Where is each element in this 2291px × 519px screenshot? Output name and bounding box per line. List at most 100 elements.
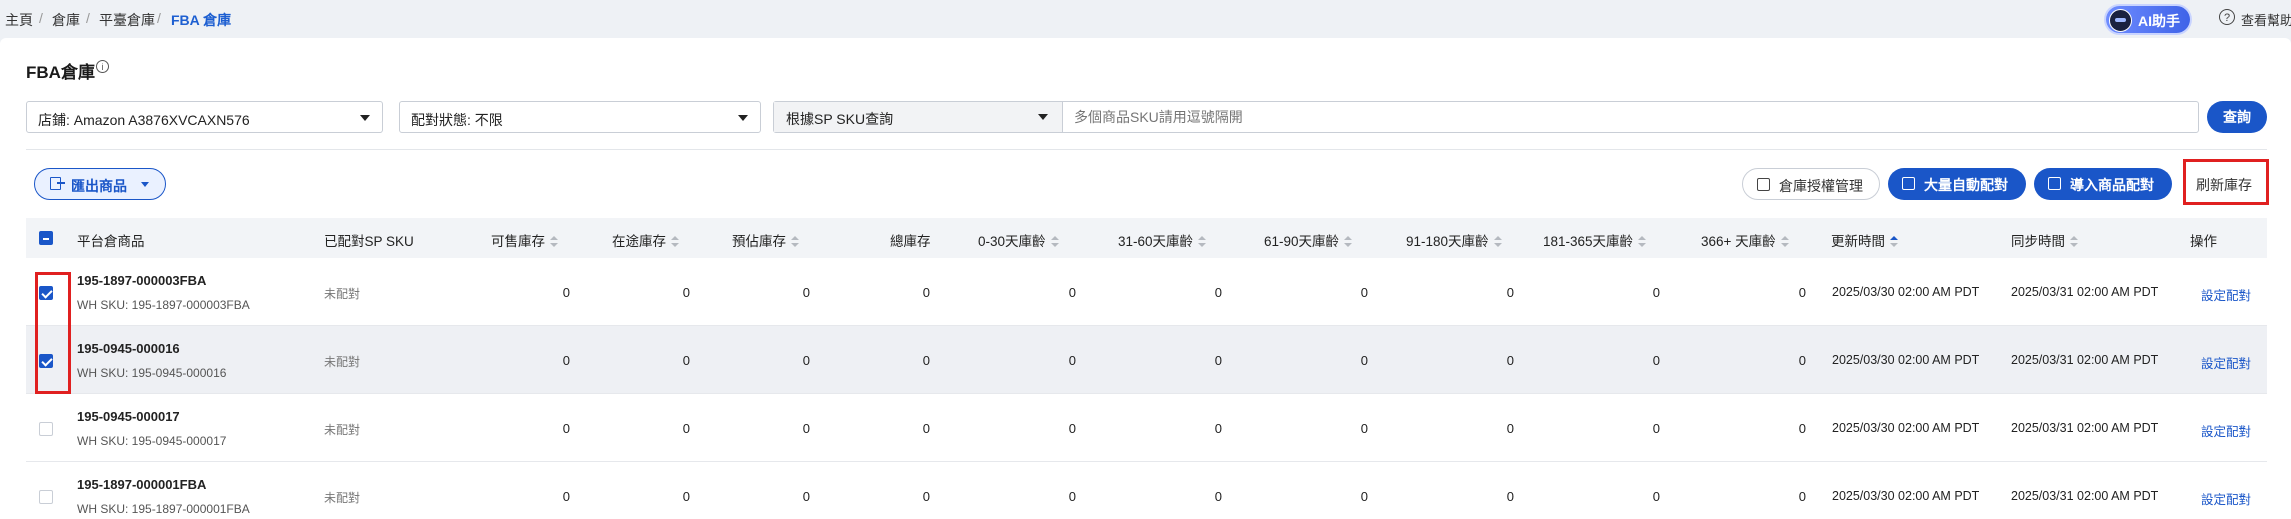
age-181-365-value: 0 — [1652, 353, 1660, 368]
age-0-30-value: 0 — [1068, 421, 1076, 436]
match-status-value: 配對狀態: 不限 — [411, 112, 503, 128]
col-action: 操作 — [2190, 234, 2217, 249]
updated-time: 2025/03/30 02:00 AM PDT — [1832, 353, 1980, 367]
col-age-61-90[interactable]: 61-90天庫齡 — [1264, 230, 1353, 250]
sort-icon — [1780, 236, 1789, 247]
synced-time: 2025/03/31 02:00 AM PDT — [2011, 353, 2159, 367]
table-row: 195-0945-000016 WH SKU: 195-0945-000016 … — [26, 326, 2267, 394]
match-status-select[interactable]: 配對狀態: 不限 — [399, 101, 761, 133]
sort-icon — [1344, 236, 1353, 247]
col-age-31-60[interactable]: 31-60天庫齡 — [1118, 230, 1207, 250]
sort-icon — [2070, 236, 2078, 247]
col-reserved[interactable]: 預佔庫存 — [732, 230, 799, 250]
reserved-value: 0 — [802, 285, 810, 300]
bulk-auto-match-label: 大量自動配對 — [1924, 177, 2008, 193]
sort-icon — [1890, 236, 1898, 247]
search-type-select[interactable]: 根據SP SKU查詢 — [774, 102, 1063, 132]
bulk-auto-match-button[interactable]: 大量自動配對 — [1888, 168, 2026, 200]
matched-sku-status: 未配對 — [324, 355, 361, 369]
breadcrumb-warehouse[interactable]: 倉庫 — [52, 10, 80, 30]
inbound-value: 0 — [682, 353, 690, 368]
sku-search-input[interactable] — [1074, 109, 2174, 125]
ai-avatar-icon — [2109, 9, 2132, 32]
import-match-button[interactable]: 導入商品配對 — [2034, 168, 2172, 200]
row-checkbox[interactable] — [39, 422, 53, 436]
sort-icon — [1050, 236, 1059, 247]
chevron-down-icon — [1038, 114, 1048, 120]
reserved-value: 0 — [802, 421, 810, 436]
breadcrumb-home[interactable]: 主頁 — [5, 10, 33, 30]
age-366-value: 0 — [1798, 489, 1806, 504]
help-link[interactable]: 查看幫助 — [2241, 10, 2291, 29]
chevron-down-icon — [360, 115, 370, 121]
sort-icon — [550, 236, 558, 247]
breadcrumb-platform-warehouse[interactable]: 平臺倉庫 — [99, 10, 155, 30]
age-91-180-value: 0 — [1506, 489, 1514, 504]
breadcrumb-separator: / — [86, 10, 90, 26]
stamp-icon — [1757, 178, 1770, 191]
inbound-value: 0 — [682, 489, 690, 504]
col-sellable[interactable]: 可售庫存 — [491, 230, 558, 250]
sort-icon — [1493, 236, 1502, 247]
page-title: FBA倉庫 — [26, 63, 95, 82]
age-0-30-value: 0 — [1068, 489, 1076, 504]
import-match-label: 導入商品配對 — [2070, 177, 2154, 193]
export-icon — [50, 177, 65, 190]
total-value: 0 — [922, 353, 930, 368]
col-age-181-365[interactable]: 181-365天庫齡 — [1543, 230, 1647, 250]
updated-time: 2025/03/30 02:00 AM PDT — [1832, 489, 1980, 503]
updated-time: 2025/03/30 02:00 AM PDT — [1832, 421, 1980, 435]
help-icon[interactable]: ? — [2219, 9, 2235, 25]
col-updated[interactable]: 更新時間 — [1831, 230, 1898, 250]
sort-icon — [1638, 236, 1647, 247]
ai-assistant-button[interactable]: AI助手 — [2106, 6, 2190, 33]
synced-time: 2025/03/31 02:00 AM PDT — [2011, 285, 2159, 299]
select-all-checkbox[interactable] — [39, 231, 53, 245]
age-181-365-value: 0 — [1652, 421, 1660, 436]
export-products-label: 匯出商品 — [71, 178, 127, 194]
col-age-366[interactable]: 366+ 天庫齡 — [1701, 230, 1789, 250]
table-row: 195-1897-000003FBA WH SKU: 195-1897-0000… — [26, 258, 2267, 326]
age-0-30-value: 0 — [1068, 285, 1076, 300]
col-inbound[interactable]: 在途庫存 — [612, 230, 679, 250]
col-age-0-30[interactable]: 0-30天庫齡 — [978, 230, 1059, 250]
sellable-value: 0 — [562, 489, 570, 504]
row-checkbox[interactable] — [39, 490, 53, 504]
divider — [26, 149, 2267, 150]
inbound-value: 0 — [682, 285, 690, 300]
warehouse-sku: WH SKU: 195-1897-000003FBA — [77, 298, 250, 312]
age-366-value: 0 — [1798, 421, 1806, 436]
total-value: 0 — [922, 421, 930, 436]
reserved-value: 0 — [802, 353, 810, 368]
matched-sku-status: 未配對 — [324, 491, 361, 505]
col-total: 總庫存 — [890, 234, 931, 249]
warehouse-auth-button[interactable]: 倉庫授權管理 — [1742, 168, 1880, 200]
col-synced[interactable]: 同步時間 — [2011, 230, 2078, 250]
age-0-30-value: 0 — [1068, 353, 1076, 368]
age-31-60-value: 0 — [1214, 421, 1222, 436]
store-select-value: 店鋪: Amazon A3876XVCAXN576 — [38, 112, 250, 128]
query-button[interactable]: 查詢 — [2207, 101, 2267, 133]
main-card: FBA倉庫 i 店鋪: Amazon A3876XVCAXN576 配對狀態: … — [0, 38, 2291, 519]
set-match-link[interactable]: 設定配對 — [2201, 353, 2251, 372]
set-match-link[interactable]: 設定配對 — [2201, 421, 2251, 440]
sort-icon — [791, 236, 799, 247]
age-61-90-value: 0 — [1360, 489, 1368, 504]
set-match-link[interactable]: 設定配對 — [2201, 489, 2251, 508]
info-icon[interactable]: i — [96, 60, 109, 73]
set-match-link[interactable]: 設定配對 — [2201, 285, 2251, 304]
export-products-button[interactable]: 匯出商品 — [34, 168, 166, 200]
synced-time: 2025/03/31 02:00 AM PDT — [2011, 421, 2159, 435]
col-age-91-180[interactable]: 91-180天庫齡 — [1406, 230, 1502, 250]
product-sku: 195-1897-000001FBA — [77, 477, 207, 492]
store-select[interactable]: 店鋪: Amazon A3876XVCAXN576 — [26, 101, 383, 133]
age-91-180-value: 0 — [1506, 285, 1514, 300]
search-group: 根據SP SKU查詢 — [773, 101, 2199, 133]
sort-icon — [1198, 236, 1207, 247]
sellable-value: 0 — [562, 285, 570, 300]
auto-match-icon — [1902, 177, 1915, 190]
age-61-90-value: 0 — [1360, 421, 1368, 436]
product-sku: 195-0945-000016 — [77, 341, 180, 356]
age-181-365-value: 0 — [1652, 285, 1660, 300]
highlight-box-refresh — [2183, 159, 2269, 205]
